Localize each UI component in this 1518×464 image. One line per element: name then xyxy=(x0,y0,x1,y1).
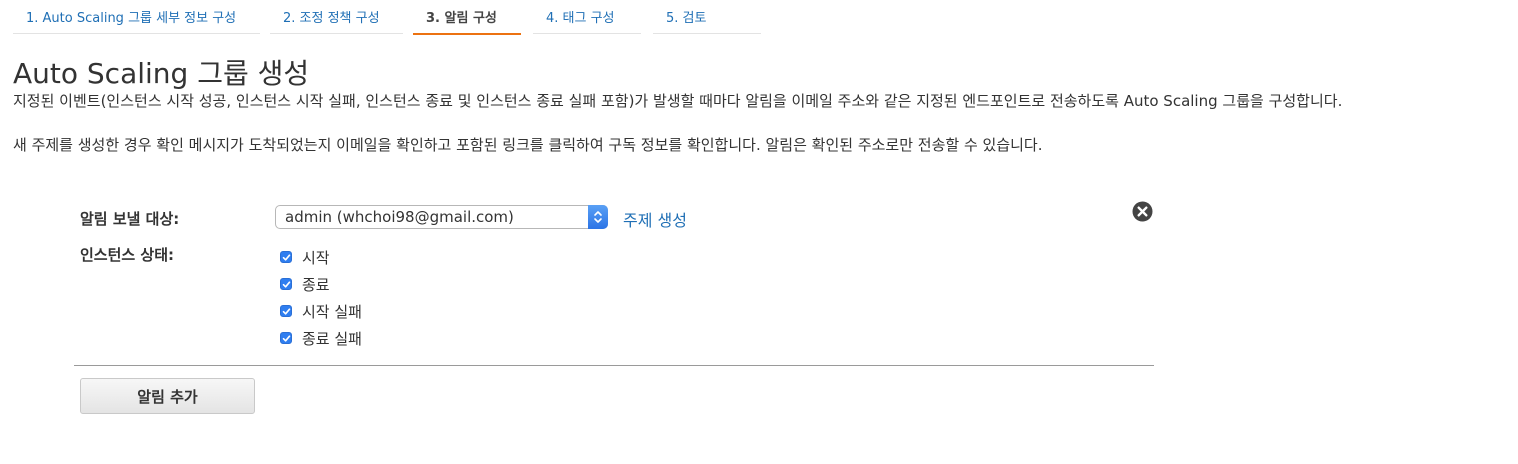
page-description: 지정된 이벤트(인스턴스 시작 성공, 인스턴스 시작 실패, 인스턴스 종료 … xyxy=(13,92,1343,110)
state-terminate-label: 종료 xyxy=(302,275,330,294)
select-arrows-icon xyxy=(588,205,608,229)
tab-step-4[interactable]: 4. 태그 구성 xyxy=(533,0,641,34)
close-circle-icon[interactable] xyxy=(1132,201,1153,222)
state-launch-label: 시작 xyxy=(302,248,330,267)
page-title: Auto Scaling 그룹 생성 xyxy=(13,57,310,90)
state-launch-checkbox[interactable] xyxy=(280,251,292,263)
state-terminate-option: 종료 xyxy=(280,274,330,294)
checkmark-icon xyxy=(282,334,290,342)
state-terminate-fail-label: 종료 실패 xyxy=(302,329,362,348)
state-launch-fail-option: 시작 실패 xyxy=(280,301,362,321)
send-to-select[interactable]: admin (whchoi98@gmail.com) xyxy=(275,205,608,229)
tab-step-1[interactable]: 1. Auto Scaling 그룹 세부 정보 구성 xyxy=(13,0,260,34)
confirmation-note: 새 주제를 생성한 경우 확인 메시지가 도착되었는지 이메일을 확인하고 포함… xyxy=(13,136,1043,154)
state-launch-fail-label: 시작 실패 xyxy=(302,302,362,321)
send-to-label: 알림 보낼 대상: xyxy=(80,210,180,228)
tab-step-3[interactable]: 3. 알림 구성 xyxy=(413,0,521,35)
state-launch-option: 시작 xyxy=(280,247,330,267)
send-to-value: admin (whchoi98@gmail.com) xyxy=(285,208,514,226)
checkmark-icon xyxy=(282,307,290,315)
state-terminate-fail-checkbox[interactable] xyxy=(280,332,292,344)
instance-state-label: 인스턴스 상태: xyxy=(80,246,175,264)
create-topic-link[interactable]: 주제 생성 xyxy=(623,207,687,231)
state-terminate-fail-option: 종료 실패 xyxy=(280,328,362,348)
tab-step-5[interactable]: 5. 검토 xyxy=(653,0,761,34)
state-terminate-checkbox[interactable] xyxy=(280,278,292,290)
section-divider xyxy=(74,365,1154,366)
checkmark-icon xyxy=(282,280,290,288)
add-notification-button[interactable]: 알림 추가 xyxy=(80,378,255,414)
tab-step-2[interactable]: 2. 조정 정책 구성 xyxy=(270,0,403,34)
checkmark-icon xyxy=(282,253,290,261)
state-launch-fail-checkbox[interactable] xyxy=(280,305,292,317)
